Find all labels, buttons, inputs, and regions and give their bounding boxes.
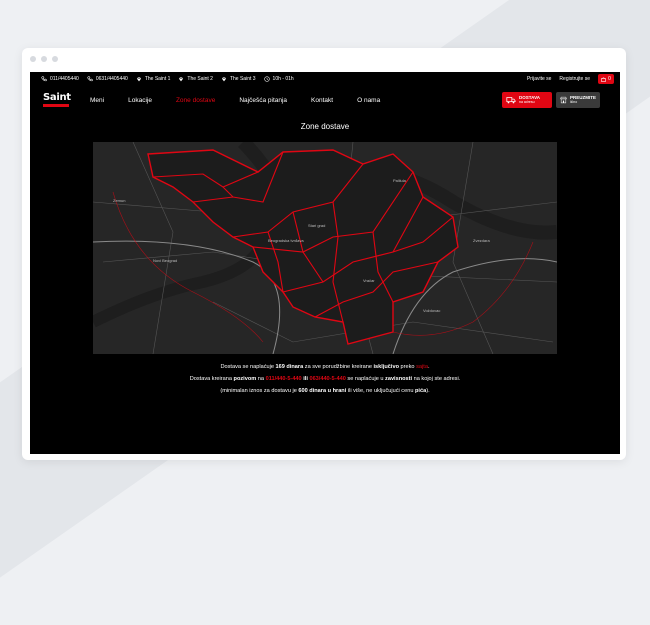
logo-underline — [43, 104, 69, 107]
page-title: Zone dostave — [300, 122, 350, 131]
map-label: Palilula — [393, 178, 407, 183]
location-link-2[interactable]: The Saint 2 — [178, 76, 213, 82]
nav-item-meni[interactable]: Meni — [90, 97, 104, 104]
window-dot[interactable] — [30, 56, 36, 62]
info-line-2: Dostava kreirana pozivom na 011/440-5-44… — [30, 373, 620, 385]
phone-icon — [41, 76, 47, 82]
browser-window: 011/4405440 0631/4405440 The Saint 1 The… — [22, 48, 626, 460]
saint-logo[interactable]: Saint — [43, 92, 71, 107]
pickup-button[interactable]: PREUZMITE lično — [556, 92, 600, 108]
info-text: na — [256, 376, 266, 382]
nav-item-kontakt[interactable]: Kontakt — [311, 97, 333, 104]
map-label: Beogradska tvrđava — [268, 238, 304, 243]
info-text: za sve porudžbine kreirane — [303, 364, 374, 370]
opening-hours: 10h - 01h — [263, 76, 294, 82]
minimum-amount: 600 dinara u hrani — [298, 388, 347, 394]
map-canvas: Beogradska tvrđava Stari grad Vračar Zve… — [93, 142, 557, 354]
location-pin-icon — [222, 77, 226, 82]
order-mode-buttons: DOSTAVA na adresu PREUZMITE lično — [502, 92, 600, 108]
nav-item-zone-dostave[interactable]: Zone dostave — [176, 97, 215, 104]
location-link-1[interactable]: The Saint 1 — [136, 76, 171, 82]
delivery-sublabel: na adresu — [519, 100, 535, 104]
nav-item-lokacije[interactable]: Lokacije — [128, 97, 152, 104]
main-navigation: Saint Meni Lokacije Zone dostave Najčešć… — [30, 86, 620, 114]
map-label: Vračar — [363, 278, 375, 283]
phone-1-text: 011/4405440 — [50, 76, 79, 82]
login-link[interactable]: Prijavite se — [527, 76, 551, 82]
page-viewport: 011/4405440 0631/4405440 The Saint 1 The… — [30, 72, 620, 454]
pickup-sublabel: lično — [569, 100, 578, 104]
map-label: Zvezdara — [473, 238, 490, 243]
info-emphasis: zavisnosti — [385, 376, 413, 382]
phone-icon — [87, 76, 93, 82]
info-text: Dostava kreirana — [189, 376, 234, 382]
delivery-button[interactable]: DOSTAVA na adresu — [502, 92, 552, 108]
info-text: se naplaćuje u — [345, 376, 386, 382]
location-link-3[interactable]: The Saint 3 — [221, 76, 256, 82]
info-line-1: Dostava se naplaćuje 169 dinara za sve p… — [30, 361, 620, 373]
phone-link-1[interactable]: 011/4405440 — [41, 76, 79, 82]
site-link[interactable]: sajta — [416, 364, 428, 370]
clock-icon — [263, 76, 270, 82]
register-link[interactable]: Registrujte se — [559, 76, 590, 82]
info-text: . — [427, 364, 430, 370]
window-controls — [30, 56, 58, 62]
delivery-zone-area — [147, 149, 459, 345]
info-text: ). — [426, 388, 430, 394]
map-label: Zemun — [113, 198, 125, 203]
location-3-text: The Saint 3 — [229, 76, 256, 82]
info-text: Dostava se naplaćuje — [220, 364, 276, 370]
window-dot[interactable] — [52, 56, 58, 62]
info-text: na kojoj ste adresi. — [412, 376, 461, 382]
delivery-price: 169 dinara — [275, 364, 304, 370]
phone-2-text: 0631/4405440 — [95, 76, 128, 82]
delivery-truck-icon — [506, 97, 516, 104]
cart-button[interactable]: 0 — [598, 74, 614, 84]
cart-count: 0 — [608, 76, 611, 82]
map-label: Voždovac — [423, 308, 440, 313]
info-text: (minimalan iznos za dostavu je — [220, 388, 299, 394]
top-info-bar: 011/4405440 0631/4405440 The Saint 1 The… — [30, 72, 620, 86]
hours-text: 10h - 01h — [272, 76, 294, 82]
cart-icon — [601, 76, 606, 82]
map-label: Novi Beograd — [153, 258, 177, 263]
phone-link-2[interactable]: 0631/4405440 — [87, 76, 128, 82]
account-links: Prijavite se Registrujte se 0 — [527, 74, 614, 84]
info-emphasis: pozivom — [233, 376, 257, 382]
location-2-text: The Saint 2 — [187, 76, 213, 82]
delivery-zones-map[interactable]: Beogradska tvrđava Stari grad Vračar Zve… — [93, 142, 557, 354]
location-pin-icon — [179, 77, 184, 82]
map-label: Stari grad — [308, 223, 325, 228]
delivery-info: Dostava se naplaćuje 169 dinara za sve p… — [30, 361, 620, 397]
nav-item-faq[interactable]: Najčešća pitanja — [239, 97, 287, 104]
logo-text: Saint — [43, 92, 71, 103]
location-1-text: The Saint 1 — [144, 76, 171, 82]
info-text: ili više, ne uključujući cenu — [346, 388, 415, 394]
nav-item-o-nama[interactable]: O nama — [357, 97, 380, 104]
window-dot[interactable] — [41, 56, 47, 62]
phone-link[interactable]: 011/440-5-440 — [266, 376, 302, 382]
nav-links: Meni Lokacije Zone dostave Najčešća pita… — [90, 97, 404, 104]
info-line-3: (minimalan iznos za dostavu je 600 dinar… — [30, 385, 620, 397]
phone-link[interactable]: 063/440-5-440 — [309, 376, 345, 382]
location-pin-icon — [137, 77, 141, 82]
info-emphasis: pića — [415, 388, 427, 394]
info-text: preko — [399, 364, 417, 370]
info-emphasis: isključivo — [373, 364, 400, 370]
store-icon — [560, 96, 567, 104]
